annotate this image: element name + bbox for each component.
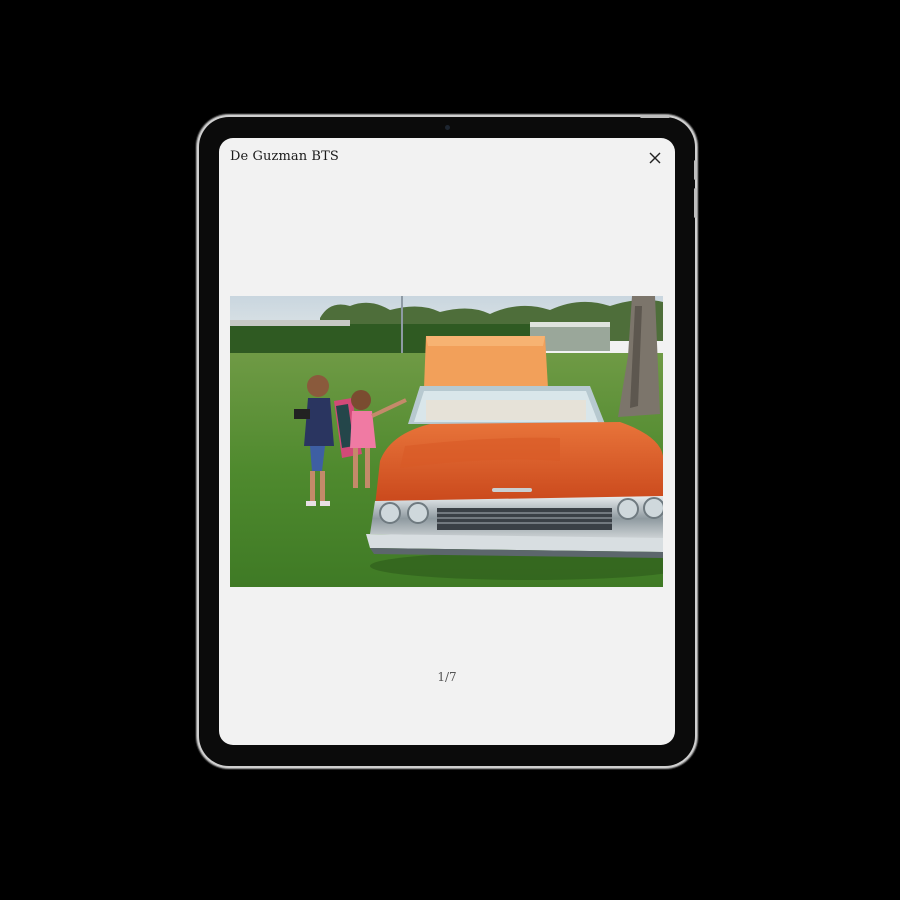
gallery-photo[interactable] [230,296,663,587]
close-button[interactable] [645,148,665,168]
power-button [640,115,670,118]
slide-counter: 1/7 [437,670,457,684]
front-camera [445,125,450,130]
volume-button [694,188,697,218]
lightbox-screen: De Guzman BTS 1/7 [219,138,675,745]
gallery-title: De Guzman BTS [230,149,339,164]
close-icon [649,152,661,164]
volume-button-upper [694,160,697,180]
